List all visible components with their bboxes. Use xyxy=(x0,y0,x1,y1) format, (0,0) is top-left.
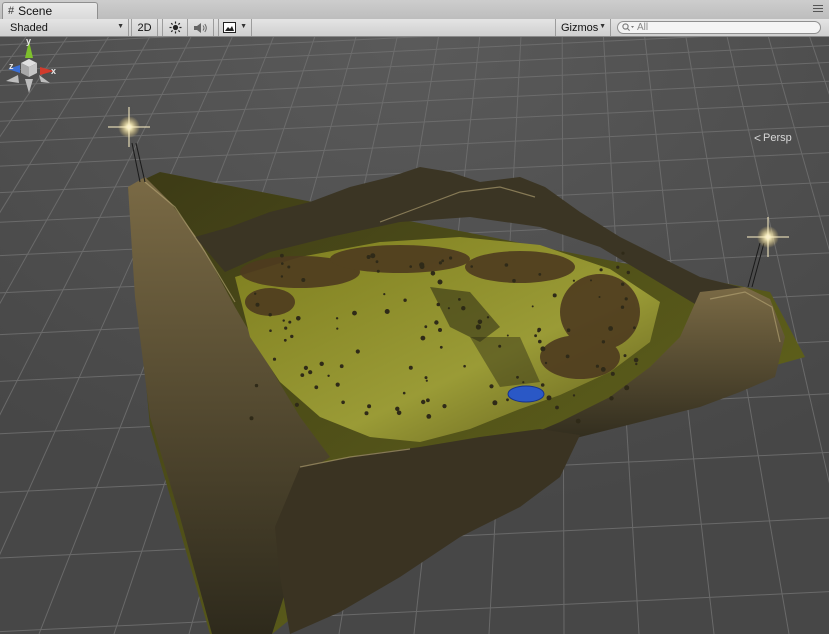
scene-viewport[interactable]: y x z < Persp xyxy=(0,37,829,634)
axis-x-label: x xyxy=(51,66,56,76)
scene-audio-button[interactable] xyxy=(188,19,214,36)
tab-scene-label: Scene xyxy=(18,4,53,18)
gizmos-label: Gizmos xyxy=(561,21,599,34)
projection-label: Persp xyxy=(763,132,792,144)
dropdown-caret-icon: ▼ xyxy=(117,23,124,30)
scene-toolbar: Shaded ▼ 2D ▼ Gizmos ▼ All xyxy=(0,19,829,37)
projection-toggle[interactable]: < Persp xyxy=(754,131,792,145)
hierarchy-search-input[interactable]: All xyxy=(617,21,821,34)
image-icon xyxy=(223,22,236,33)
search-placeholder: All xyxy=(637,22,649,33)
scene-lighting-button[interactable] xyxy=(162,19,188,36)
perspective-icon: < xyxy=(754,131,762,145)
speaker-icon xyxy=(194,22,207,33)
orientation-gizmo[interactable]: y x z xyxy=(0,37,60,111)
shading-mode-dropdown[interactable]: Shaded ▼ xyxy=(0,19,129,36)
tab-bar: # Scene xyxy=(0,0,829,19)
axis-z-label: z xyxy=(9,61,14,71)
scene-render xyxy=(0,37,829,634)
water-pond xyxy=(507,385,545,403)
search-icon xyxy=(622,23,634,31)
dropdown-caret-icon: ▼ xyxy=(240,23,247,30)
scene-effects-dropdown[interactable]: ▼ xyxy=(218,19,252,36)
2d-mode-button[interactable]: 2D xyxy=(131,19,158,36)
tab-scene[interactable]: # Scene xyxy=(2,2,98,19)
sun-icon xyxy=(169,21,181,34)
gizmos-dropdown[interactable]: Gizmos ▼ xyxy=(555,19,611,36)
grid-icon: # xyxy=(8,5,15,17)
dropdown-caret-icon: ▼ xyxy=(599,23,606,30)
axis-y-label: y xyxy=(26,37,31,46)
2d-mode-label: 2D xyxy=(137,21,152,34)
panel-menu-icon[interactable] xyxy=(813,5,823,15)
shading-mode-label: Shaded xyxy=(10,21,48,34)
